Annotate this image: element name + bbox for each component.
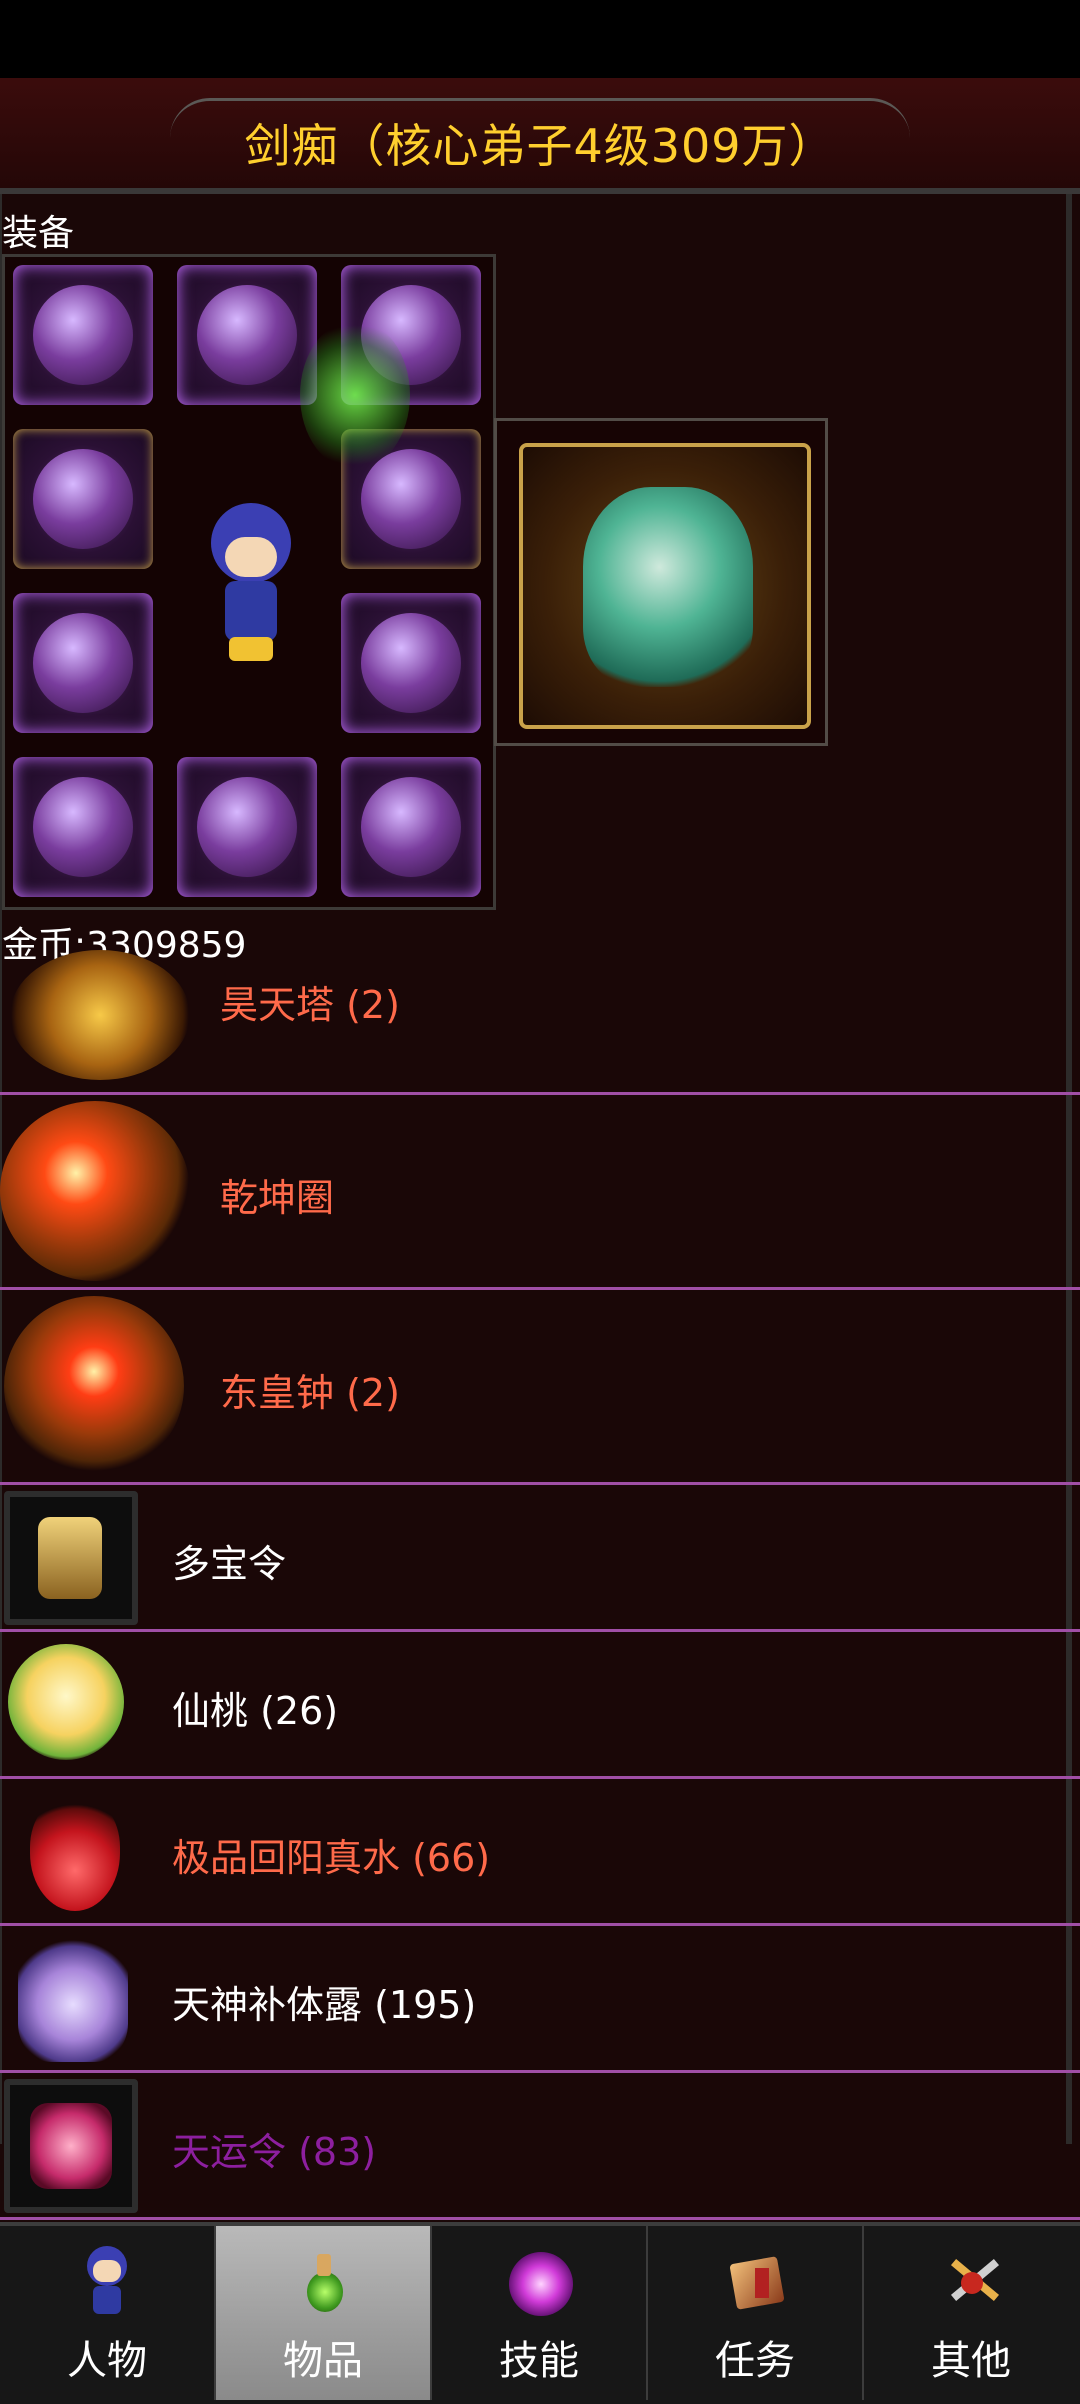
- tab-items[interactable]: 物品: [216, 2226, 432, 2400]
- crossed-swords-icon: [941, 2246, 1001, 2316]
- item-name: 天神补体露 (195): [172, 1983, 477, 2027]
- bottom-tab-bar: 人物 物品 技能 任务 其他: [0, 2222, 1080, 2404]
- equipment-panel: [2, 254, 496, 910]
- quest-scroll-icon: [725, 2246, 785, 2316]
- tab-label: 人物: [67, 2338, 147, 2384]
- potion-icon: [30, 1795, 120, 1911]
- list-item[interactable]: 仙桃 (26): [0, 1632, 1080, 1779]
- crystal-icon: [18, 1934, 128, 2062]
- list-item[interactable]: 昊天塔 (2): [0, 950, 1080, 1095]
- pet-panel[interactable]: [494, 418, 828, 746]
- tower-icon: [10, 950, 190, 1080]
- ring-icon: [0, 1101, 190, 1281]
- list-item[interactable]: 天神补体露 (195): [0, 1926, 1080, 2073]
- item-name: 多宝令: [172, 1542, 287, 1586]
- magic-orb-icon: [509, 2246, 573, 2316]
- tab-label: 技能: [499, 2338, 579, 2384]
- tab-character[interactable]: 人物: [0, 2226, 216, 2400]
- tab-quests[interactable]: 任务: [648, 2226, 864, 2400]
- bell-icon: [4, 1296, 184, 1476]
- item-name: 昊天塔 (2): [220, 983, 400, 1027]
- equip-slot-boots[interactable]: [177, 757, 317, 897]
- fortune-token-icon: [4, 2079, 138, 2213]
- token-icon: [4, 1491, 138, 1625]
- equip-slot-ring-right[interactable]: [341, 593, 481, 733]
- equip-slot-ring-left[interactable]: [13, 593, 153, 733]
- item-name: 乾坤圈: [220, 1176, 335, 1220]
- tab-label: 任务: [715, 2338, 795, 2384]
- equip-slot-helmet[interactable]: [13, 265, 153, 405]
- potion-bottle-icon: [293, 2246, 353, 2316]
- equip-slot-mount[interactable]: [341, 757, 481, 897]
- list-item[interactable]: 极品回阳真水 (66): [0, 1779, 1080, 1926]
- item-name: 极品回阳真水 (66): [172, 1836, 491, 1880]
- page-title: 剑痴（核心弟子4级309万）: [244, 119, 836, 173]
- item-name: 仙桃 (26): [172, 1689, 339, 1733]
- pet-beast-icon: [583, 487, 753, 687]
- tab-skills[interactable]: 技能: [432, 2226, 648, 2400]
- list-item[interactable]: 东皇钟 (2): [0, 1290, 1080, 1485]
- equipment-label: 装备: [2, 213, 75, 254]
- list-item[interactable]: 乾坤圈: [0, 1095, 1080, 1290]
- equip-slot-weapon-left[interactable]: [13, 429, 153, 569]
- equip-slot-belt[interactable]: [13, 757, 153, 897]
- item-name: 天运令 (83): [172, 2130, 377, 2174]
- tab-other[interactable]: 其他: [864, 2226, 1078, 2400]
- list-item[interactable]: 多宝令: [0, 1485, 1080, 1632]
- tab-label: 物品: [283, 2338, 363, 2384]
- tab-label: 其他: [931, 2338, 1011, 2384]
- peach-icon: [8, 1644, 124, 1760]
- item-name: 东皇钟 (2): [220, 1371, 400, 1415]
- status-bar: [0, 0, 1080, 78]
- list-item[interactable]: 天运令 (83): [0, 2073, 1080, 2220]
- character-icon: [77, 2246, 137, 2316]
- equip-slot-armor[interactable]: [177, 265, 317, 405]
- green-aura-effect: [300, 320, 410, 470]
- character-avatar: [201, 503, 301, 663]
